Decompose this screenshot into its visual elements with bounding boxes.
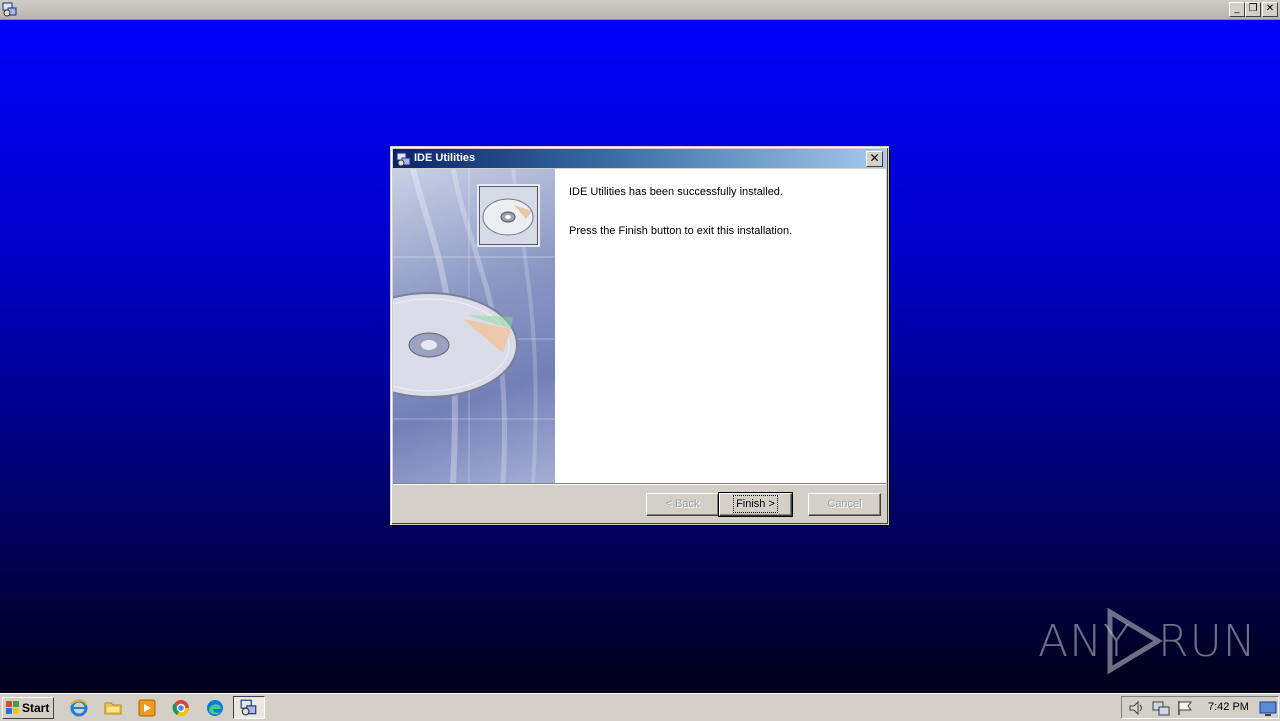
taskbar-installer-task[interactable]: [233, 696, 265, 719]
anyrun-watermark: ANY RUN: [1038, 606, 1256, 676]
taskbar: Start 7:42 PM: [0, 693, 1280, 721]
chrome-icon[interactable]: [172, 699, 190, 717]
cancel-button[interactable]: Cancel: [808, 493, 881, 516]
installer-icon: [2, 2, 17, 17]
success-message: IDE Utilities has been successfully inst…: [569, 186, 783, 198]
dialog-titlebar[interactable]: IDE Utilities ✕: [393, 149, 886, 168]
cd-thumbnail: [479, 186, 538, 245]
clock[interactable]: 7:42 PM: [1208, 701, 1249, 713]
installer-icon: [240, 699, 257, 716]
play-logo-icon: [1107, 608, 1163, 674]
media-player-icon[interactable]: [138, 699, 156, 717]
cd-icon: [480, 187, 537, 244]
edge-icon[interactable]: [206, 699, 224, 717]
show-desktop-icon[interactable]: [1259, 699, 1277, 717]
folder-icon[interactable]: [104, 699, 122, 717]
dialog-content: IDE Utilities has been successfully inst…: [393, 169, 886, 483]
cd-disc-graphic: [393, 169, 555, 483]
internet-explorer-icon[interactable]: [70, 699, 88, 717]
finish-button[interactable]: Finish >: [718, 492, 793, 517]
installer-icon: [396, 152, 411, 167]
start-button[interactable]: Start: [2, 697, 54, 719]
frame-restore-button[interactable]: ❐: [1245, 2, 1261, 17]
frame-close-button[interactable]: ✕: [1262, 2, 1278, 17]
installer-frame-bar: _ ❐ ✕: [0, 0, 1280, 20]
back-button[interactable]: < Back: [646, 493, 719, 516]
dialog-title: IDE Utilities: [414, 152, 476, 164]
volume-icon[interactable]: [1128, 699, 1146, 717]
start-label: Start: [22, 701, 50, 715]
watermark-right-text: RUN: [1158, 616, 1257, 667]
finish-button-label: Finish >: [733, 495, 778, 513]
windows-logo-icon: [6, 701, 19, 714]
finish-instruction: Press the Finish button to exit this ins…: [569, 225, 793, 237]
install-complete-dialog: IDE Utilities ✕ IDE Utilities has been s…: [390, 146, 889, 525]
button-separator: [393, 483, 886, 485]
dialog-close-button[interactable]: ✕: [866, 151, 883, 167]
frame-minimize-button[interactable]: _: [1229, 2, 1245, 17]
flag-icon[interactable]: [1176, 699, 1194, 717]
network-icon[interactable]: [1152, 699, 1170, 717]
